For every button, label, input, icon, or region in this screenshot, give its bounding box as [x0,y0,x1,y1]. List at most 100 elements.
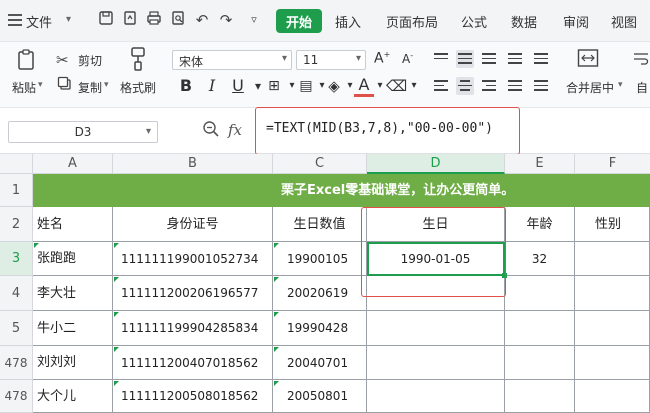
print-preview-icon[interactable] [168,10,188,30]
cell-birthday[interactable] [367,380,505,413]
cell-id-number[interactable]: 111111199904285834 [113,311,273,346]
tab-review[interactable]: 审阅 [563,12,589,31]
cell-gender[interactable] [575,311,650,346]
column-header-c[interactable]: C [273,154,367,174]
cell-name[interactable]: 牛小二 [33,311,113,346]
cell-age[interactable] [505,346,575,380]
cell-gender[interactable] [575,380,650,413]
tab-formulas[interactable]: 公式 [461,12,487,31]
increase-font-icon[interactable]: A+ [374,50,390,67]
align-top-icon[interactable] [432,50,450,68]
decrease-font-icon[interactable]: A- [402,51,413,66]
merge-center-button[interactable]: 合并居中 [566,79,614,96]
cell-age[interactable]: 32 [505,242,575,276]
hamburger-menu-icon[interactable] [8,14,22,26]
merge-dropdown-icon[interactable]: ▾ [618,80,623,90]
justify-icon[interactable] [506,77,524,95]
align-center-icon[interactable] [456,77,474,95]
cell-gender[interactable] [575,242,650,276]
tab-insert[interactable]: 插入 [335,12,361,31]
tab-data[interactable]: 数据 [511,12,537,31]
underline-icon[interactable]: U [228,75,248,97]
name-box[interactable]: D3 ▾ [8,121,158,143]
copy-button[interactable]: 复制 [78,79,102,96]
align-bottom-icon[interactable] [480,50,498,68]
row-header[interactable]: 478 [0,380,33,413]
cell-age[interactable] [505,380,575,413]
eraser-dropdown-icon[interactable]: ▾ [404,75,424,97]
borders-icon[interactable]: ⊞ [264,75,284,97]
align-left-icon[interactable] [432,77,450,95]
italic-icon[interactable]: I [202,75,222,97]
column-header-a[interactable]: A [33,154,113,174]
cut-button[interactable]: 剪切 [78,52,102,69]
row-header[interactable]: 478 [0,346,33,380]
merged-title-cell[interactable]: 栗子Excel零基础课堂，让办公更简单。 [33,174,650,207]
column-header-f[interactable]: F [575,154,650,174]
zoom-icon[interactable] [200,120,222,142]
cell-birth-value[interactable]: 19990428 [273,311,367,346]
header-cell-gender[interactable]: 性别 [575,207,650,242]
indent-increase-icon[interactable] [532,50,550,68]
tab-home[interactable]: 开始 [276,9,323,33]
chevron-down-icon[interactable]: ▾ [146,122,151,142]
row-header[interactable]: 4 [0,276,33,311]
cell-name[interactable]: 李大壮 [33,276,113,311]
redo-icon[interactable]: ↷ [216,10,236,30]
distributed-icon[interactable] [532,77,550,95]
copy-icon[interactable] [56,76,72,92]
export-icon[interactable] [120,10,140,30]
cell-name[interactable]: 刘刘刘 [33,346,113,380]
chevron-down-icon[interactable]: ▾ [66,14,71,25]
row-header[interactable]: 5 [0,311,33,346]
cell-birthday[interactable] [367,346,505,380]
file-menu[interactable]: 文件 [26,12,52,31]
header-cell-birth-value[interactable]: 生日数值 [273,207,367,242]
row-header[interactable]: 3 [0,242,33,276]
column-header-e[interactable]: E [505,154,575,174]
row-header[interactable]: 2 [0,207,33,242]
font-name-select[interactable]: 宋体 ▾ [172,50,292,70]
cell-name[interactable]: 大个儿 [33,380,113,413]
cell-id-number[interactable]: 111111200206196577 [113,276,273,311]
cell-age[interactable] [505,311,575,346]
wrap-text-icon[interactable] [632,50,650,70]
scissors-icon[interactable]: ✂ [56,51,69,69]
format-painter-button[interactable]: 格式刷 [120,79,156,96]
select-all-corner[interactable] [0,154,33,174]
save-icon[interactable] [96,10,116,30]
cell-birth-value[interactable]: 19900105 [273,242,367,276]
print-icon[interactable] [144,10,164,30]
align-right-icon[interactable] [480,77,498,95]
paste-icon[interactable] [14,48,40,72]
header-cell-id-number[interactable]: 身份证号 [113,207,273,242]
cell-gender[interactable] [575,276,650,311]
paste-button[interactable]: 粘贴 [12,79,36,96]
undo-icon[interactable]: ↶ [192,10,212,30]
align-middle-icon[interactable] [456,50,474,68]
row-header[interactable]: 1 [0,174,33,207]
paste-dropdown-icon[interactable]: ▾ [38,80,43,90]
cell-birthday[interactable] [367,311,505,346]
header-cell-name[interactable]: 姓名 [33,207,113,242]
font-size-select[interactable]: 11 ▾ [296,50,366,70]
cell-birth-value[interactable]: 20020619 [273,276,367,311]
cell-birth-value[interactable]: 20040701 [273,346,367,380]
tab-page-layout[interactable]: 页面布局 [386,12,438,31]
bold-icon[interactable]: B [176,75,196,97]
tab-view[interactable]: 视图 [611,12,637,31]
function-icon[interactable]: fx [228,121,242,139]
copy-dropdown-icon[interactable]: ▾ [104,80,109,90]
cell-id-number[interactable]: 111111200407018562 [113,346,273,380]
auto-wrap-button[interactable]: 自 [636,79,648,96]
cell-gender[interactable] [575,346,650,380]
cell-name[interactable]: 张跑跑 [33,242,113,276]
cell-id-number[interactable]: 111111200508018562 [113,380,273,413]
cell-id-number[interactable]: 111111199001052734 [113,242,273,276]
merge-cells-icon[interactable] [576,48,600,70]
cell-birth-value[interactable]: 20050801 [273,380,367,413]
column-header-b[interactable]: B [113,154,273,174]
indent-decrease-icon[interactable] [506,50,524,68]
format-painter-icon[interactable] [126,46,150,72]
cell-age[interactable] [505,276,575,311]
